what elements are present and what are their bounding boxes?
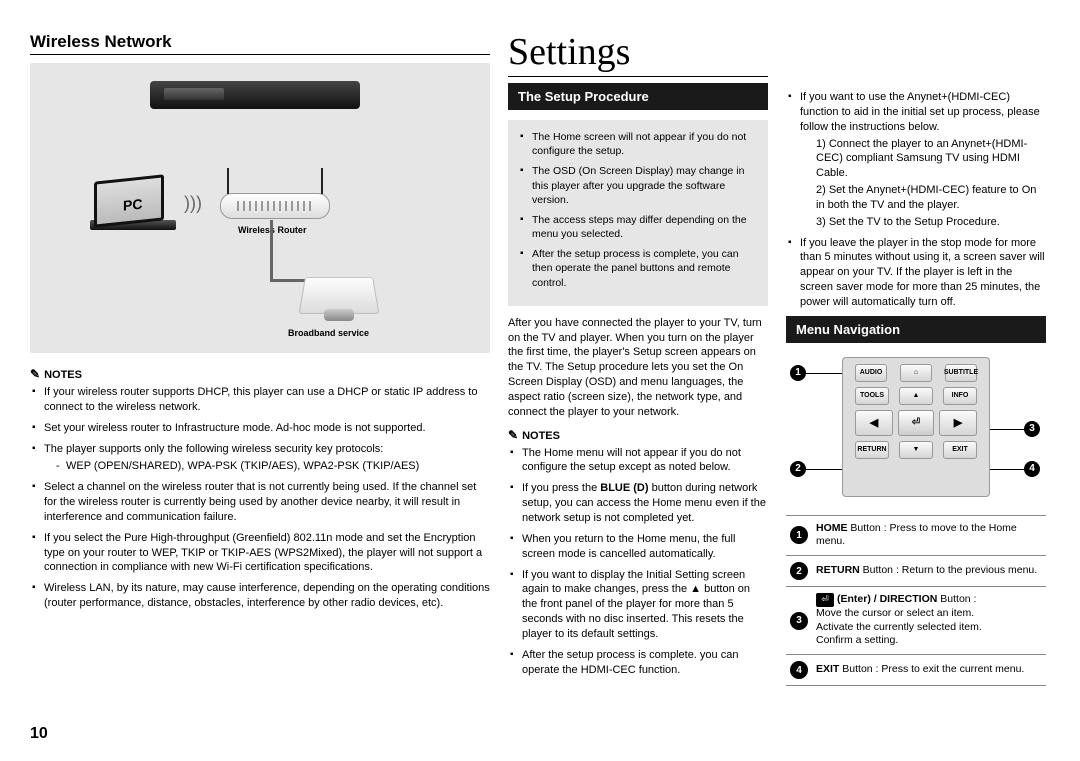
- wifi-waves-icon: ))): [184, 193, 202, 214]
- list-item: The Home menu will not appear if you do …: [508, 446, 768, 476]
- col2-notes-list: The Home menu will not appear if you do …: [508, 446, 768, 678]
- list-item: If you press the BLUE (D) button during …: [508, 481, 768, 526]
- list-item: The access steps may differ depending on…: [518, 213, 758, 241]
- list-text: If you press the BLUE (D) button during …: [522, 482, 766, 524]
- setup-after-paragraph: After you have connected the player to y…: [508, 316, 768, 420]
- subtitle-button: SUBTITLE: [945, 364, 977, 382]
- exit-button: EXIT: [943, 441, 977, 459]
- list-item: If you select the Pure High-throughput (…: [30, 531, 490, 576]
- callout-4: 4: [1024, 461, 1040, 477]
- cable-illustration: [270, 220, 273, 282]
- modem-stand-illustration: [324, 309, 354, 321]
- callout-2: 2: [790, 461, 806, 477]
- callout-3: 3: [1024, 421, 1040, 437]
- router-illustration: [220, 193, 330, 219]
- tools-button: TOOLS: [855, 387, 889, 405]
- list-item: If you leave the player in the stop mode…: [786, 236, 1046, 310]
- down-arrow-icon: ▼: [899, 441, 933, 459]
- list-text: The player supports only the following w…: [44, 443, 383, 455]
- list-item: If you want to use the Anynet+(HDMI-CEC)…: [786, 90, 1046, 230]
- menu-navigation-heading: Menu Navigation: [786, 316, 1046, 343]
- col3-top-list: If you want to use the Anynet+(HDMI-CEC)…: [786, 90, 1046, 310]
- callout-1: 1: [790, 365, 806, 381]
- remote-diagram: 1 2 3 4 AUDIO ⌂ SUBTITLE TOOLS ▲ INFO ◀ …: [786, 353, 1046, 503]
- sub-list-item: WEP (OPEN/SHARED), WPA-PSK (TKIP/AES), W…: [56, 459, 490, 474]
- button-name: HOME: [816, 522, 848, 534]
- list-item: After the setup process is complete. you…: [508, 648, 768, 678]
- row-number: 2: [790, 562, 808, 580]
- right-arrow-icon: ▶: [939, 410, 977, 436]
- setup-procedure-heading: The Setup Procedure: [508, 83, 768, 110]
- button-name: EXIT: [816, 663, 839, 675]
- button-desc: Button : Return to the previous menu.: [860, 564, 1037, 576]
- table-row: 2 RETURN Button : Return to the previous…: [786, 556, 1046, 587]
- list-item: Wireless LAN, by its nature, may cause i…: [30, 581, 490, 611]
- list-item: When you return to the Home menu, the fu…: [508, 532, 768, 562]
- enter-button-icon: ⏎: [898, 410, 934, 436]
- row-number: 3: [790, 612, 808, 630]
- button-description-table: 1 HOME Button : Press to move to the Hom…: [786, 515, 1046, 686]
- list-item: The OSD (On Screen Display) may change i…: [518, 164, 758, 207]
- step-item: 1) Connect the player to an Anynet+(HDMI…: [816, 137, 1046, 182]
- setup-gray-box: The Home screen will not appear if you d…: [508, 120, 768, 306]
- chapter-title: Settings: [508, 30, 768, 77]
- list-item: If your wireless router supports DHCP, t…: [30, 385, 490, 415]
- row-number: 4: [790, 661, 808, 679]
- button-name: (Enter) / DIRECTION: [837, 593, 937, 605]
- notes-label: NOTES: [508, 428, 768, 442]
- enter-glyph-icon: ⏎: [816, 593, 834, 607]
- list-item: After the setup process is complete, you…: [518, 247, 758, 290]
- wireless-network-heading: Wireless Network: [30, 32, 490, 55]
- pc-label: PC: [123, 196, 142, 214]
- table-row: 3 ⏎(Enter) / DIRECTION Button :Move the …: [786, 587, 1046, 655]
- laptop-illustration: PC: [90, 178, 178, 236]
- network-diagram: PC ))) Wireless Router Broadband service: [30, 63, 490, 353]
- left-arrow-icon: ◀: [855, 410, 893, 436]
- page-number: 10: [30, 725, 48, 743]
- list-item: The player supports only the following w…: [30, 442, 490, 475]
- col1-notes-list: If your wireless router supports DHCP, t…: [30, 385, 490, 611]
- audio-button: AUDIO: [855, 364, 887, 382]
- list-item: Select a channel on the wireless router …: [30, 480, 490, 525]
- up-arrow-icon: ▲: [899, 387, 933, 405]
- button-desc: Button : Press to exit the current menu.: [839, 663, 1024, 675]
- info-button: INFO: [943, 387, 977, 405]
- step-item: 3) Set the TV to the Setup Procedure.: [816, 215, 1046, 230]
- step-item: 2) Set the Anynet+(HDMI-CEC) feature to …: [816, 183, 1046, 213]
- notes-label: NOTES: [30, 367, 490, 381]
- row-number: 1: [790, 526, 808, 544]
- list-item: If you want to display the Initial Setti…: [508, 568, 768, 642]
- button-name: RETURN: [816, 564, 860, 576]
- list-item: The Home screen will not appear if you d…: [518, 130, 758, 158]
- list-item: Set your wireless router to Infrastructu…: [30, 421, 490, 436]
- dvd-player-illustration: [150, 81, 360, 109]
- table-row: 1 HOME Button : Press to move to the Hom…: [786, 515, 1046, 555]
- list-text: If you want to use the Anynet+(HDMI-CEC)…: [800, 91, 1040, 133]
- table-row: 4 EXIT Button : Press to exit the curren…: [786, 655, 1046, 686]
- return-button: RETURN: [855, 441, 889, 459]
- modem-label: Broadband service: [288, 328, 369, 338]
- home-button-icon: ⌂: [900, 364, 932, 382]
